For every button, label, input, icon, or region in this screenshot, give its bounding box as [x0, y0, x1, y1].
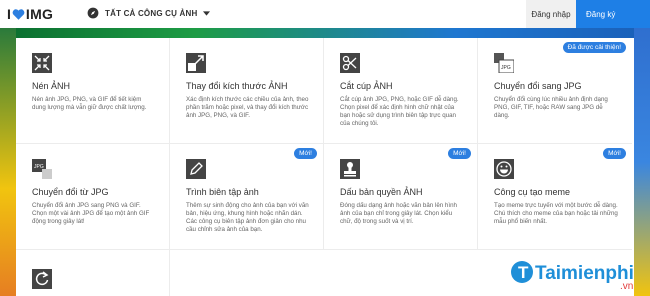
tool-card-from-jpg[interactable]: JPG Chuyển đổi từ JPG Chuyển đổi ảnh JPG…: [16, 144, 170, 250]
card-title: Cắt cúp ẢNH: [340, 81, 393, 91]
card-description: Chuyển đổi ảnh JPG sang PNG và GIF. Chọn…: [32, 202, 150, 225]
card-description: Nén ảnh JPG, PNG, và GIF để tiết kiệm du…: [32, 96, 147, 111]
rotate-icon: [32, 269, 52, 289]
tool-card-editor[interactable]: Mới! Trình biên tập ảnh Thêm sự sinh độn…: [170, 144, 324, 250]
tool-card-meme[interactable]: Mới! Công cụ tạo meme Tạo meme trực tuyế…: [478, 144, 632, 250]
tool-card-watermark[interactable]: Mới! Dấu bản quyền ẢNH Đóng dấu dạng ảnh…: [324, 144, 478, 250]
card-title: Dấu bản quyền ẢNH: [340, 187, 423, 197]
all-tools-menu[interactable]: TẤT CẢ CÔNG CỤ ẢNH: [87, 7, 211, 19]
background-stripe-left: [0, 28, 16, 296]
taimienphi-watermark: T Taimienphi .vn: [511, 261, 634, 292]
improved-badge: Đã được cải thiện!: [562, 42, 626, 53]
card-title: Trình biên tập ảnh: [186, 187, 259, 197]
smiley-icon: [494, 159, 514, 179]
heart-icon: [12, 8, 25, 20]
new-badge: Mới!: [294, 148, 317, 159]
logo[interactable]: I IMG: [7, 6, 53, 22]
new-badge: Mới!: [603, 148, 626, 159]
top-navbar: I IMG TẤT CẢ CÔNG CỤ ẢNH Đăng nhập Đăng …: [0, 0, 650, 29]
tool-card-to-jpg[interactable]: Đã được cải thiện! JPG Chuyển đổi sang J…: [478, 38, 632, 144]
register-button[interactable]: Đăng ký: [576, 0, 650, 28]
svg-text:.vn: .vn: [620, 281, 633, 292]
tool-card-rotate[interactable]: [16, 250, 170, 296]
from-jpg-icon: JPG: [32, 159, 52, 179]
tool-card-compress[interactable]: Nén ẢNH Nén ảnh JPG, PNG, và GIF để tiết…: [16, 38, 170, 144]
card-description: Tạo meme trực tuyến với một bước dễ dàng…: [494, 202, 618, 225]
to-jpg-icon: JPG: [494, 53, 514, 73]
card-title: Nén ẢNH: [32, 81, 71, 91]
card-title: Chuyển đổi sang JPG: [494, 81, 582, 91]
card-description: Xác định kích thước các chiều của ảnh, t…: [186, 96, 309, 119]
login-button[interactable]: Đăng nhập: [526, 0, 576, 28]
card-title: Chuyển đổi từ JPG: [32, 187, 109, 197]
compress-icon: [32, 53, 52, 73]
all-tools-label: TẤT CẢ CÔNG CỤ ẢNH: [105, 8, 198, 18]
card-title: Thay đổi kích thước ẢNH: [186, 81, 288, 91]
chevron-down-icon: [203, 10, 211, 16]
new-badge: Mới!: [448, 148, 471, 159]
card-description: Thêm sự sinh động cho ảnh của bạn với vă…: [186, 202, 309, 233]
svg-text:JPG: JPG: [501, 65, 511, 71]
compass-icon: [87, 7, 99, 19]
card-description: Cắt cúp ảnh JPG, PNG, hoặc GIF dễ dàng. …: [340, 96, 459, 127]
card-description: Chuyển đổi cùng lúc nhiều ảnh định dạng …: [494, 96, 608, 119]
tool-card-resize[interactable]: Thay đổi kích thước ẢNH Xác định kích th…: [170, 38, 324, 144]
pencil-icon: [186, 159, 206, 179]
scissors-icon: [340, 53, 360, 73]
logo-text: IMG: [25, 6, 54, 22]
card-title: Công cụ tạo meme: [494, 187, 571, 197]
background-stripe-top: [0, 28, 650, 38]
resize-icon: [186, 53, 206, 73]
tool-card-crop[interactable]: Cắt cúp ẢNH Cắt cúp ảnh JPG, PNG, hoặc G…: [324, 38, 478, 144]
stamp-icon: [340, 159, 360, 179]
svg-text:T: T: [518, 263, 529, 282]
card-description: Đóng dấu dạng ảnh hoặc văn bản lên hình …: [340, 202, 457, 225]
logo-letter: I: [7, 6, 11, 22]
